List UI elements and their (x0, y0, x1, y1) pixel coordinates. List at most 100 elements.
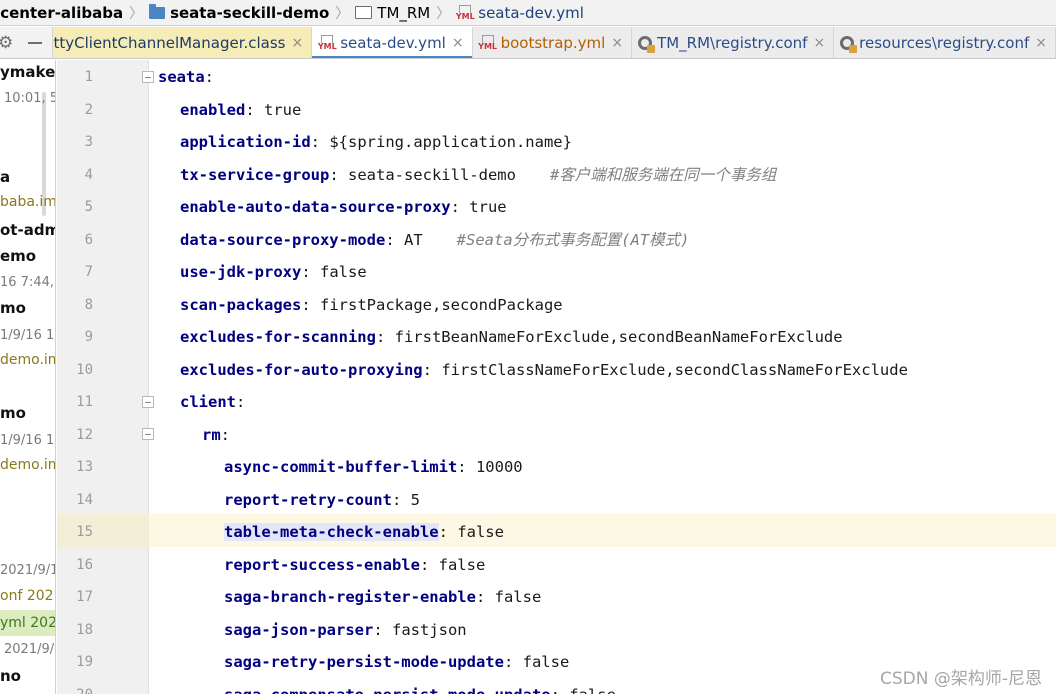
yaml-value: true (459, 198, 507, 216)
yaml-key: excludes-for-scanning (180, 328, 376, 346)
close-icon[interactable]: × (813, 35, 825, 51)
line-number: 18 (76, 621, 93, 638)
tab-bootstrap-yml[interactable]: YML bootstrap.yml × (473, 27, 633, 58)
tab-netty-client-channel-manager[interactable]: ttyClientChannelManager.class × (53, 27, 313, 58)
watermark: CSDN @架构师-尼恩 (879, 669, 1042, 689)
breadcrumb: -center-alibaba 〉 seata-seckill-demo 〉 T… (0, 0, 1056, 26)
project-tree-panel: ymaker 10:01, 5 a baba.iml ot-admi emo 1… (0, 60, 56, 694)
close-icon[interactable]: × (611, 35, 623, 51)
line-number: 16 (76, 556, 93, 573)
code-line[interactable]: table-meta-check-enable: false (224, 516, 504, 549)
yaml-value: ${spring.application.name} (320, 133, 572, 151)
fold-marker-icon[interactable] (142, 428, 154, 440)
code-line[interactable]: saga-compensate-persist-mode-update: fal… (224, 679, 616, 694)
code-line[interactable]: async-commit-buffer-limit: 10000 (224, 451, 523, 484)
fold-marker-icon[interactable] (142, 396, 154, 408)
yaml-colon: : (301, 263, 311, 281)
code-line[interactable]: enable-auto-data-source-proxy: true (180, 191, 507, 224)
gear-icon[interactable]: ⚙ (0, 33, 13, 53)
folder-icon (355, 6, 373, 19)
tab-resources-registry-conf[interactable]: resources\registry.conf × (834, 27, 1056, 58)
line-number: 15 (76, 524, 93, 540)
yml-file-icon: YML (478, 34, 497, 51)
yaml-colon: : (438, 523, 448, 541)
yaml-colon: : (419, 555, 430, 574)
editor-tab-bar: ⚙ ttyClientChannelManager.class × YML se… (0, 27, 1056, 59)
breadcrumb-item-project[interactable]: -center-alibaba (0, 0, 123, 25)
yaml-value: false (310, 263, 367, 281)
yaml-colon: : (236, 393, 246, 411)
yaml-value: false (485, 588, 542, 606)
close-icon[interactable]: × (452, 35, 464, 51)
tree-item-meta: 1/9/16 1 (0, 328, 55, 343)
tree-item[interactable]: onf 2021 (0, 588, 55, 604)
line-number: 5 (84, 199, 93, 215)
minus-icon[interactable] (28, 41, 43, 44)
code-line[interactable]: saga-retry-persist-mode-update: false (224, 646, 569, 679)
yaml-colon: : (220, 425, 231, 444)
line-number: 17 (76, 589, 93, 605)
yaml-colon: : (391, 490, 402, 509)
code-line[interactable]: rm: (202, 419, 230, 452)
line-number: 8 (84, 296, 93, 313)
line-number: 1 (84, 69, 93, 85)
code-line[interactable]: report-success-enable: false (224, 549, 485, 582)
close-icon[interactable]: × (1035, 35, 1047, 51)
line-number: 6 (84, 231, 93, 248)
yaml-key: scan-packages (180, 295, 302, 314)
breadcrumb-item-file[interactable]: YML seata-dev.yml (456, 0, 584, 25)
breadcrumb-item-folder[interactable]: TM_RM (355, 0, 430, 25)
yaml-key: application-id (180, 133, 311, 151)
tab-tm-rm-registry-conf[interactable]: TM_RM\registry.conf × (632, 27, 835, 58)
tree-item[interactable]: demo.im (0, 352, 55, 368)
tree-item-selected[interactable]: yml 202 (0, 610, 55, 636)
code-line[interactable]: scan-packages: firstPackage,secondPackag… (180, 289, 563, 322)
yaml-colon: : (373, 620, 383, 639)
code-line[interactable]: application-id: ${spring.application.nam… (180, 126, 572, 159)
yaml-colon: : (503, 653, 514, 671)
tree-item[interactable]: baba.iml (0, 194, 55, 210)
yaml-key: saga-compensate-persist-mode-update (224, 686, 551, 694)
code-line[interactable]: tx-service-group: seata-seckill-demo #客户端… (180, 159, 776, 192)
tree-item-meta: 10:01, 5 (4, 91, 56, 106)
yaml-key: report-retry-count (224, 490, 392, 509)
code-line[interactable]: use-jdk-proxy: false (180, 256, 367, 289)
tree-item[interactable]: a (0, 168, 10, 186)
yaml-colon: : (457, 458, 467, 476)
code-line[interactable]: client: (180, 386, 245, 419)
tree-item[interactable]: mo (0, 404, 26, 422)
yaml-comment: #客户端和服务端在同一个事务组 (549, 165, 777, 184)
tree-item[interactable]: ot-admi (0, 221, 55, 239)
yaml-value: 10000 (466, 458, 523, 476)
config-file-icon (840, 35, 858, 53)
tree-item[interactable]: demo.im (0, 457, 55, 473)
close-icon[interactable]: × (292, 35, 304, 51)
code-line[interactable]: saga-json-parser: fastjson (224, 614, 467, 647)
breadcrumb-label: seata-seckill-demo (170, 3, 330, 22)
yaml-key: rm (202, 425, 221, 444)
breadcrumb-item-module[interactable]: seata-seckill-demo (149, 0, 330, 25)
tree-item[interactable]: no (0, 667, 21, 685)
tree-item[interactable]: emo (0, 247, 36, 265)
yaml-value: 5 (401, 490, 420, 509)
code-line[interactable]: report-retry-count: 5 (224, 484, 420, 517)
yaml-colon: : (475, 588, 486, 606)
code-line[interactable]: enabled: true (180, 94, 301, 127)
line-number: 14 (76, 491, 93, 508)
yaml-colon: : (245, 100, 255, 119)
code-line[interactable]: seata: (158, 61, 214, 94)
yaml-key: data-source-proxy-mode (180, 230, 386, 249)
tree-item[interactable]: ymaker (0, 63, 55, 81)
yaml-comment: #Seata分布式事务配置(AT模式) (456, 230, 690, 249)
code-line[interactable]: saga-branch-register-enable: false (224, 581, 541, 614)
code-line[interactable]: excludes-for-scanning: firstBeanNameForE… (180, 321, 843, 354)
line-number: 4 (84, 166, 93, 183)
tree-item[interactable]: mo (0, 299, 26, 317)
fold-marker-icon[interactable] (142, 71, 154, 83)
yaml-colon: : (450, 198, 460, 216)
code-line[interactable]: excludes-for-auto-proxying: firstClassNa… (180, 354, 908, 387)
yaml-value: true (254, 100, 302, 119)
yaml-key: use-jdk-proxy (180, 263, 302, 281)
tab-seata-dev-yml[interactable]: YML seata-dev.yml × (312, 27, 473, 58)
code-line[interactable]: data-source-proxy-mode: AT #Seata分布式事务配置(… (180, 224, 689, 257)
